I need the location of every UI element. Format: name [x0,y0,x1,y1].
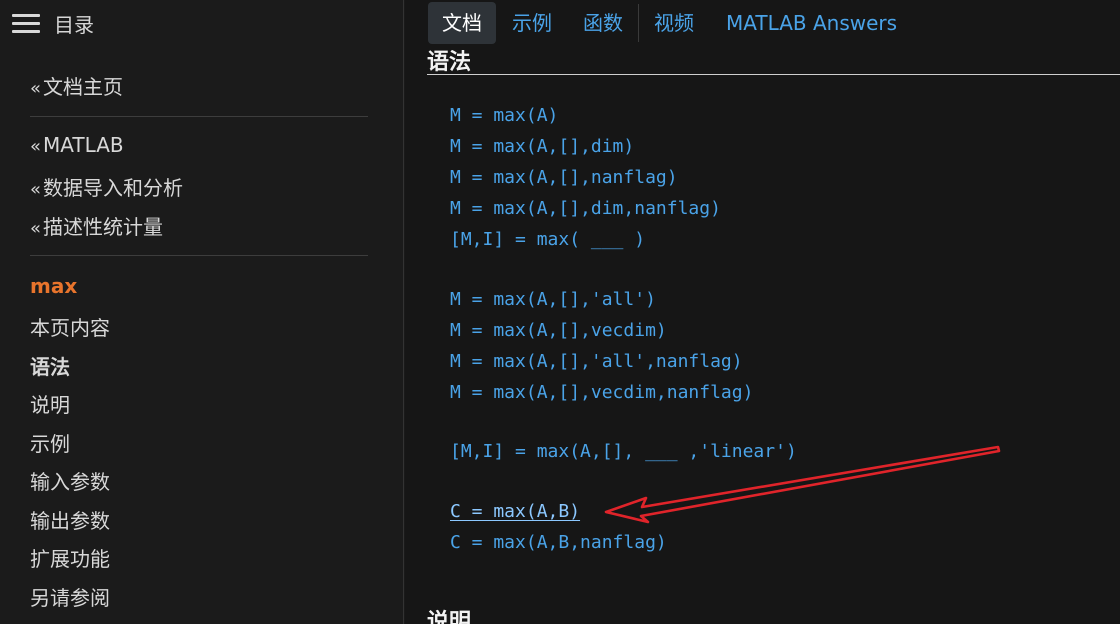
syntax-line[interactable]: [M,I] = max( ___ ) [450,229,645,250]
sidebar-divider [30,116,368,117]
tab-examples[interactable]: 示例 [512,2,552,44]
tab-functions[interactable]: 函数 [583,2,623,44]
breadcrumb-label: 文档主页 [43,75,124,99]
breadcrumb-label: 数据导入和分析 [43,176,184,200]
syntax-line[interactable]: C = max(A,B,nanflag) [450,532,667,553]
sidebar-item-description[interactable]: 说明 [30,389,70,418]
sidebar-item-examples[interactable]: 示例 [30,428,70,457]
syntax-line[interactable]: M = max(A,[],'all',nanflag) [450,351,743,372]
heading-rule [427,74,1120,75]
syntax-line[interactable]: M = max(A,[],vecdim,nanflag) [450,382,753,403]
syntax-line[interactable]: M = max(A,[],dim) [450,136,634,157]
main-content: 语法 文档 示例 函数 视频 MATLAB Answers M = max(A)… [405,0,1120,624]
double-chevron-left-icon: « [30,218,42,239]
double-chevron-left-icon: « [30,179,42,200]
double-chevron-left-icon: « [30,136,42,157]
tab-videos[interactable]: 视频 [654,2,694,44]
syntax-line[interactable]: M = max(A,[],nanflag) [450,167,678,188]
syntax-line[interactable]: [M,I] = max(A,[], ___ ,'linear') [450,441,797,462]
tab-documentation[interactable]: 文档 [428,2,496,44]
double-chevron-left-icon: « [30,78,42,99]
tab-separator [638,4,639,42]
sidebar-item-output-arguments[interactable]: 输出参数 [30,505,110,534]
sidebar-item-extended-capabilities[interactable]: 扩展功能 [30,543,110,572]
sidebar-item-on-this-page[interactable]: 本页内容 [30,312,110,341]
sidebar-current-page[interactable]: max [30,274,77,298]
syntax-line[interactable]: M = max(A) [450,105,558,126]
sidebar-item-see-also[interactable]: 另请参阅 [30,582,110,611]
sidebar-toc: 目录 «文档主页 «MATLAB «数据导入和分析 «描述性统计量 max 本页… [0,0,404,624]
toc-toggle[interactable]: 目录 [12,8,94,38]
breadcrumb-label: MATLAB [43,133,124,157]
syntax-line[interactable]: M = max(A,[],'all') [450,289,656,310]
syntax-line[interactable]: M = max(A,[],dim,nanflag) [450,198,721,219]
sidebar-item-input-arguments[interactable]: 输入参数 [30,466,110,495]
menu-icon[interactable] [12,12,40,34]
description-heading: 说明 [427,610,472,624]
sidebar-item-syntax[interactable]: 语法 [30,351,70,380]
breadcrumb-descriptive-stats[interactable]: «描述性统计量 [30,211,163,240]
sidebar-divider [30,255,368,256]
syntax-line[interactable]: M = max(A,[],vecdim) [450,320,667,341]
app-window: 目录 «文档主页 «MATLAB «数据导入和分析 «描述性统计量 max 本页… [0,0,1120,624]
breadcrumb-doc-home[interactable]: «文档主页 [30,71,123,100]
breadcrumb-data-import[interactable]: «数据导入和分析 [30,172,183,201]
breadcrumb-matlab[interactable]: «MATLAB [30,133,124,157]
syntax-line-highlighted[interactable]: C = max(A,B) [450,501,580,522]
top-tab-bar: 文档 示例 函数 视频 MATLAB Answers [405,0,1120,50]
toc-title: 目录 [54,12,94,37]
tab-matlab-answers[interactable]: MATLAB Answers [726,2,897,44]
breadcrumb-label: 描述性统计量 [43,215,164,239]
